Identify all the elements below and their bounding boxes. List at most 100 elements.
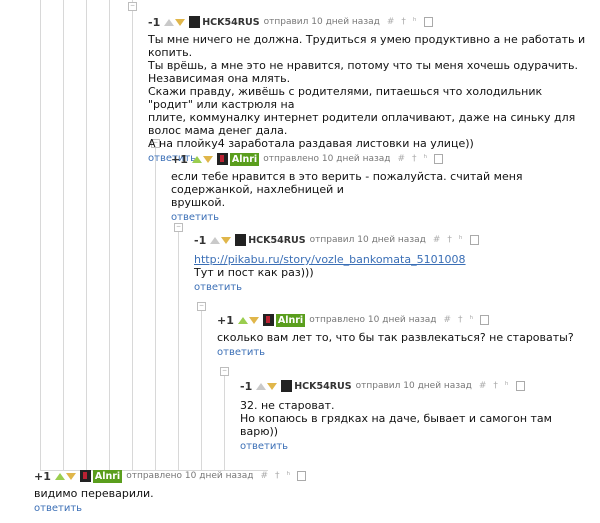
thread-line	[63, 0, 64, 470]
branch-icon[interactable]: ʰ	[470, 315, 474, 325]
reply-link[interactable]: ответить	[171, 212, 591, 223]
comment-body: http://pikabu.ru/story/vozle_bankomata_5…	[194, 253, 594, 279]
save-icon[interactable]	[469, 235, 479, 245]
branch-icon[interactable]: ʰ	[413, 17, 417, 27]
comment-rating: +1	[171, 152, 188, 166]
comment-body: видимо переварили.	[34, 487, 434, 500]
thread-line	[40, 0, 41, 470]
hash-icon[interactable]: #	[479, 381, 487, 391]
comment-line: Ты мне ничего не должна. Трудиться я уме…	[148, 33, 586, 59]
avatar[interactable]	[281, 380, 293, 392]
comment-line: сколько вам лет то, что бы так развлекат…	[217, 331, 574, 344]
dagger-icon[interactable]: †	[401, 17, 406, 27]
comment: -1 HCK54RUS отправил 10 дней назад # † ʰ…	[148, 14, 588, 165]
reply-link[interactable]: ответить	[34, 503, 434, 514]
comment: +1 Alnri отправлено 10 дней назад # † ʰ …	[34, 468, 434, 514]
thread-line	[109, 0, 110, 470]
collapse-toggle[interactable]: −	[174, 223, 183, 232]
comment-header: -1 HCK54RUS отправил 10 дней назад # † ʰ	[240, 378, 590, 394]
comment-line: врушкой.	[171, 196, 226, 209]
downvote-icon[interactable]	[202, 155, 213, 163]
comment-rating: -1	[148, 15, 161, 29]
comment-author[interactable]: Alnri	[275, 313, 306, 327]
reply-link[interactable]: ответить	[240, 441, 590, 452]
save-icon[interactable]	[423, 17, 433, 27]
comment-header: -1 HCK54RUS отправил 10 дней назад # † ʰ	[148, 14, 588, 30]
upvote-icon[interactable]	[237, 316, 248, 324]
comment-time: отправил 10 дней назад	[263, 17, 380, 27]
save-icon[interactable]	[480, 315, 490, 325]
comment-body: если тебе нравится в это верить - пожалу…	[171, 170, 591, 209]
dagger-icon[interactable]: †	[412, 154, 417, 164]
reply-link[interactable]: ответить	[217, 347, 597, 358]
collapse-toggle[interactable]: −	[220, 367, 229, 376]
comment-author[interactable]: HCK54RUS	[202, 17, 259, 28]
comment: -1 HCK54RUS отправил 10 дней назад # † ʰ…	[194, 232, 594, 293]
upvote-icon[interactable]	[54, 472, 65, 480]
collapse-toggle[interactable]: −	[197, 302, 206, 311]
avatar[interactable]	[235, 234, 247, 246]
comment-body: сколько вам лет то, что бы так развлекат…	[217, 331, 597, 344]
hash-icon[interactable]: #	[433, 235, 441, 245]
collapse-toggle[interactable]: −	[128, 2, 137, 11]
save-icon[interactable]	[515, 381, 525, 391]
thread-line	[178, 225, 179, 470]
dagger-icon[interactable]: †	[275, 471, 280, 481]
branch-icon[interactable]: ʰ	[459, 235, 463, 245]
dagger-icon[interactable]: †	[447, 235, 452, 245]
dagger-icon[interactable]: †	[493, 381, 498, 391]
downvote-icon[interactable]	[221, 236, 232, 244]
comment-author[interactable]: HCK54RUS	[294, 381, 351, 392]
comment-header: +1 Alnri отправлено 10 дней назад # † ʰ	[171, 151, 591, 167]
thread-line	[86, 0, 87, 470]
downvote-icon[interactable]	[175, 18, 186, 26]
comment-line: Скажи правду, живёшь с родителями, питае…	[148, 85, 543, 111]
downvote-icon[interactable]	[248, 316, 259, 324]
upvote-icon[interactable]	[191, 155, 202, 163]
hash-icon[interactable]: #	[398, 154, 406, 164]
avatar[interactable]	[262, 314, 274, 326]
comment-line: А на плойку4 заработала раздавая листовк…	[148, 137, 474, 150]
upvote-icon[interactable]	[164, 18, 175, 26]
comment-rating: -1	[194, 233, 207, 247]
comment-rating: +1	[217, 313, 234, 327]
save-icon[interactable]	[434, 154, 444, 164]
story-link[interactable]: http://pikabu.ru/story/vozle_bankomata_5…	[194, 253, 466, 266]
comment-author[interactable]: Alnri	[229, 152, 260, 166]
comment-time: отправил 10 дней назад	[309, 235, 426, 245]
save-icon[interactable]	[297, 471, 307, 481]
comment-line: плите, коммуналку интернет родители опла…	[148, 111, 576, 137]
downvote-icon[interactable]	[267, 382, 278, 390]
comment-header: -1 HCK54RUS отправил 10 дней назад # † ʰ	[194, 232, 594, 248]
upvote-icon[interactable]	[210, 236, 221, 244]
thread-line	[224, 370, 225, 470]
downvote-icon[interactable]	[65, 472, 76, 480]
branch-icon[interactable]: ʰ	[287, 471, 291, 481]
comment-author[interactable]: Alnri	[92, 469, 123, 483]
comment-line: Но копаюсь в грядках на даче, бывает и с…	[240, 412, 552, 438]
comment-line: Тут и пост как раз)))	[194, 266, 314, 279]
comment-header: +1 Alnri отправлено 10 дней назад # † ʰ	[217, 312, 597, 328]
comment-rating: -1	[240, 379, 253, 393]
comment-body: 32. не староват. Но копаюсь в грядках на…	[240, 399, 590, 438]
avatar[interactable]	[79, 470, 91, 482]
thread-line	[155, 140, 156, 470]
comment-time: отправлено 10 дней назад	[126, 471, 254, 481]
branch-icon[interactable]: ʰ	[505, 381, 509, 391]
comment-line: 32. не староват.	[240, 399, 335, 412]
branch-icon[interactable]: ʰ	[424, 154, 428, 164]
comment-line: Ты врёшь, а мне это не нравится, потому …	[148, 59, 579, 72]
thread-line	[178, 450, 179, 470]
dagger-icon[interactable]: †	[458, 315, 463, 325]
hash-icon[interactable]: #	[444, 315, 452, 325]
comment-body: Ты мне ничего не должна. Трудиться я уме…	[148, 33, 588, 150]
hash-icon[interactable]: #	[387, 17, 395, 27]
comment-author[interactable]: HCK54RUS	[248, 235, 305, 246]
hash-icon[interactable]: #	[261, 471, 269, 481]
comment-rating: +1	[34, 469, 51, 483]
upvote-icon[interactable]	[256, 382, 267, 390]
comment-time: отправлено 10 дней назад	[309, 315, 437, 325]
avatar[interactable]	[189, 16, 201, 28]
avatar[interactable]	[216, 153, 228, 165]
reply-link[interactable]: ответить	[194, 282, 594, 293]
